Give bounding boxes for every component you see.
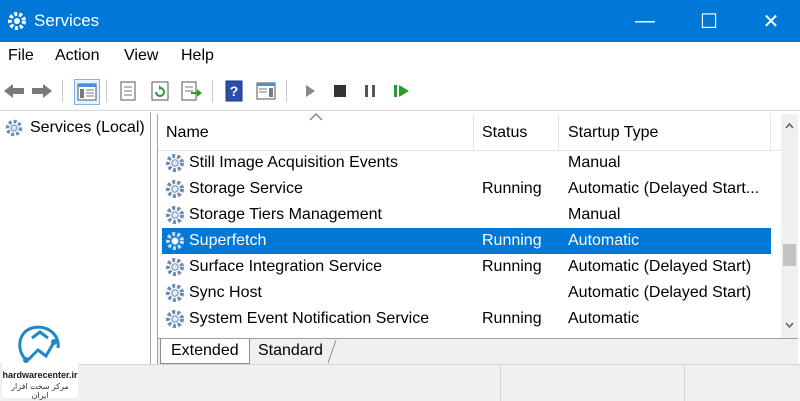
refresh-icon[interactable]: [148, 79, 172, 103]
watermark-subtext: مرکز سخت افزار ایران: [11, 382, 69, 400]
table-row[interactable]: System Event Notification Service Runnin…: [162, 306, 771, 332]
service-status: Running: [482, 310, 542, 327]
menu-view[interactable]: View: [124, 47, 158, 65]
column-startup-type[interactable]: Startup Type: [568, 114, 658, 150]
menu-action[interactable]: Action: [55, 47, 99, 65]
services-gear-icon: [5, 119, 23, 137]
service-startup-type: Automatic (Delayed Start): [568, 284, 752, 301]
hardwarecenter-logo-icon: [18, 325, 60, 363]
back-icon[interactable]: [2, 79, 26, 103]
tab-standard[interactable]: Standard: [248, 339, 333, 363]
service-startup-type: Manual: [568, 154, 621, 171]
scroll-up-icon[interactable]: [785, 122, 794, 131]
vertical-scrollbar[interactable]: [781, 114, 798, 338]
watermark-text: hardwarecenter.ir: [2, 370, 78, 380]
restart-service-icon[interactable]: [390, 79, 414, 103]
service-gear-icon: [166, 310, 184, 328]
tree-item-services-local[interactable]: Services (Local): [4, 118, 145, 138]
service-status: Running: [482, 232, 542, 249]
service-status: Running: [482, 258, 542, 275]
toolbar: ?: [0, 72, 800, 111]
service-startup-type: Manual: [568, 206, 621, 223]
table-row[interactable]: Storage Service Running Automatic (Delay…: [162, 176, 771, 202]
service-name: Storage Service: [189, 180, 303, 197]
service-gear-icon: [166, 232, 184, 250]
service-gear-icon: [166, 258, 184, 276]
title-bar: Services — ☐ ✕: [0, 0, 800, 42]
start-service-icon[interactable]: [298, 79, 322, 103]
service-name: Surface Integration Service: [189, 258, 382, 275]
table-row-selected[interactable]: Superfetch Running Automatic: [162, 228, 771, 254]
close-button[interactable]: ✕: [740, 0, 800, 42]
column-status[interactable]: Status: [482, 114, 527, 150]
sort-ascending-icon: [309, 112, 323, 121]
forward-icon[interactable]: [30, 79, 54, 103]
service-name: Still Image Acquisition Events: [189, 154, 398, 171]
scrollbar-thumb[interactable]: [783, 244, 796, 266]
service-status: Running: [482, 180, 542, 197]
show-action-pane-icon[interactable]: [254, 79, 278, 103]
service-gear-icon: [166, 206, 184, 224]
minimize-button[interactable]: —: [614, 0, 676, 42]
watermark-logo: hardwarecenter.ir مرکز سخت افزار ایران: [2, 318, 78, 400]
show-hide-console-tree-icon[interactable]: [74, 79, 100, 105]
service-startup-type: Automatic: [568, 232, 640, 249]
menu-bar: File Action View Help: [0, 42, 800, 72]
pause-service-icon[interactable]: [358, 79, 382, 103]
tree-item-label: Services (Local): [30, 119, 145, 136]
service-name: Storage Tiers Management: [189, 206, 382, 223]
column-name[interactable]: Name: [166, 114, 209, 150]
service-gear-icon: [166, 154, 184, 172]
column-header: Name Status Startup Type: [158, 112, 781, 151]
table-row[interactable]: Storage Tiers Management Manual: [162, 202, 771, 228]
service-name: Sync Host: [189, 284, 262, 301]
service-startup-type: Automatic (Delayed Start...: [568, 180, 760, 197]
tab-extended[interactable]: Extended: [160, 339, 250, 364]
service-name: Superfetch: [189, 232, 267, 249]
table-row[interactable]: Still Image Acquisition Events Manual: [162, 150, 771, 176]
menu-help[interactable]: Help: [181, 47, 214, 65]
stop-service-icon[interactable]: [328, 79, 352, 103]
service-startup-type: Automatic (Delayed Start): [568, 258, 752, 275]
maximize-button[interactable]: ☐: [678, 0, 740, 42]
table-row[interactable]: Sync Host Automatic (Delayed Start): [162, 280, 771, 306]
services-gear-icon: [8, 12, 26, 30]
window-title: Services: [34, 11, 100, 30]
svg-text:?: ?: [230, 83, 239, 99]
service-gear-icon: [166, 180, 184, 198]
help-icon[interactable]: ?: [222, 79, 246, 103]
scroll-down-icon[interactable]: [785, 320, 794, 329]
tab-edge: [327, 339, 337, 364]
status-bar: [0, 364, 800, 401]
service-gear-icon: [166, 284, 184, 302]
table-row[interactable]: Surface Integration Service Running Auto…: [162, 254, 771, 280]
services-list-pane: Name Status Startup Type Still Image Acq…: [157, 112, 800, 365]
export-list-icon[interactable]: [180, 79, 204, 103]
menu-file[interactable]: File: [8, 47, 34, 65]
service-startup-type: Automatic: [568, 310, 640, 327]
view-tabs: Extended Standard: [158, 338, 798, 365]
properties-icon[interactable]: [116, 79, 140, 103]
service-name: System Event Notification Service: [189, 310, 430, 327]
